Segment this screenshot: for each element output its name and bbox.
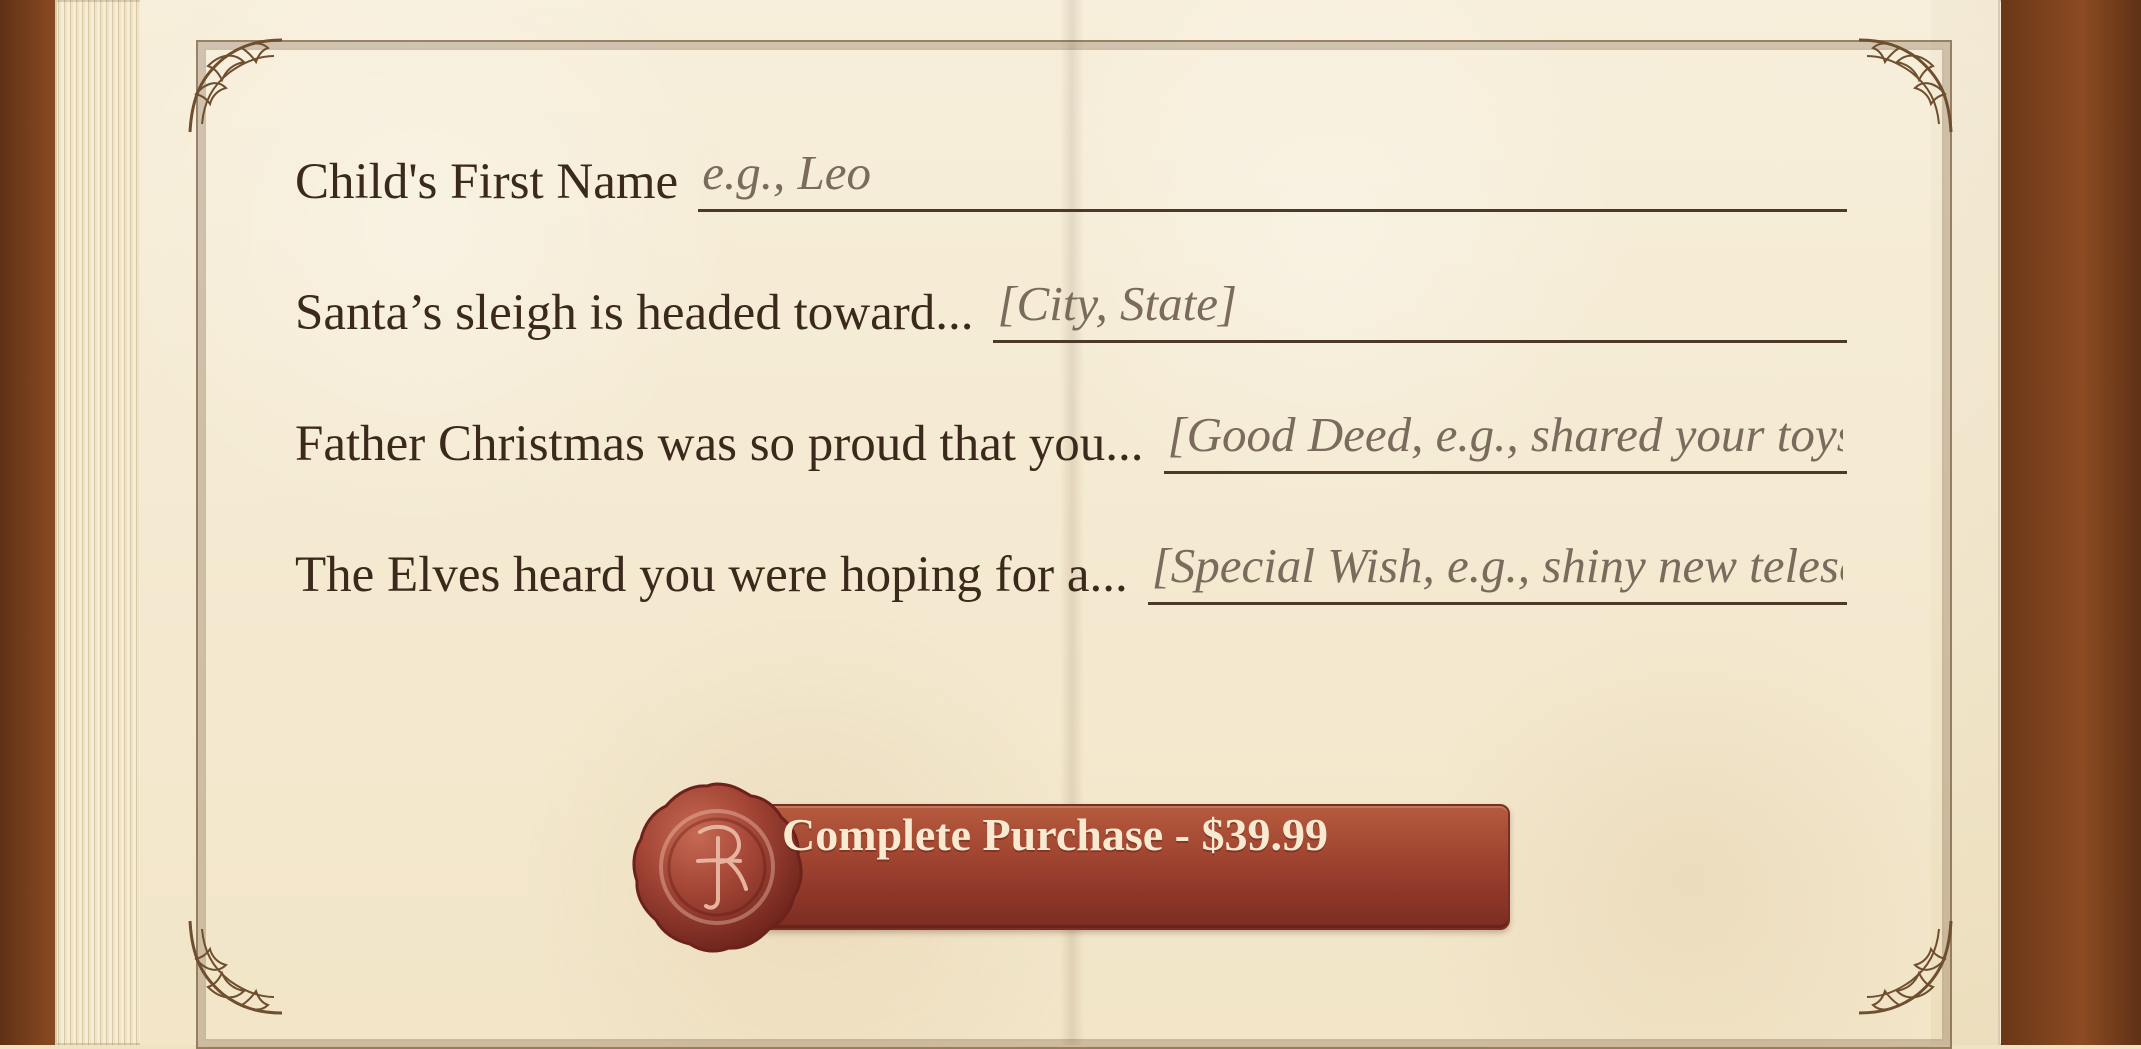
- good-deed-input[interactable]: [1163, 405, 1847, 471]
- ornament-top-right-icon: [1843, 28, 1963, 148]
- good-deed-row: Father Christmas was so proud that you..…: [295, 398, 1847, 474]
- child-name-row: Child's First Name: [295, 136, 1847, 212]
- ornament-top-left-icon: [178, 28, 298, 148]
- child-name-field: [698, 143, 1847, 212]
- child-name-label: Child's First Name: [295, 154, 679, 210]
- special-wish-row: The Elves heard you were hoping for a...: [295, 529, 1847, 605]
- city-state-label: Santa’s sleigh is headed toward...: [295, 285, 974, 341]
- special-wish-field: [1147, 536, 1847, 605]
- special-wish-input[interactable]: [1147, 536, 1847, 602]
- personalization-form: Child's First Name Santa’s sleigh is hea…: [295, 136, 1847, 660]
- city-state-row: Santa’s sleigh is headed toward...: [295, 267, 1847, 343]
- city-state-field: [993, 274, 1847, 343]
- ornament-bottom-left-icon: [178, 905, 298, 1025]
- wax-seal-icon: [628, 778, 806, 956]
- book-scene: Child's First Name Santa’s sleigh is hea…: [0, 0, 2141, 1049]
- special-wish-label: The Elves heard you were hoping for a...: [295, 547, 1128, 603]
- complete-purchase-label: Complete Purchase - $39.99: [782, 809, 1328, 860]
- left-page-edges: [55, 0, 143, 1045]
- right-book-cover: [2001, 0, 2141, 1045]
- ornament-bottom-right-icon: [1843, 905, 1963, 1025]
- purchase-area: Complete Purchase - $39.99: [628, 778, 1516, 958]
- city-state-input[interactable]: [993, 274, 1847, 340]
- child-name-input[interactable]: [698, 143, 1847, 209]
- good-deed-label: Father Christmas was so proud that you..…: [295, 416, 1144, 472]
- good-deed-field: [1163, 405, 1847, 474]
